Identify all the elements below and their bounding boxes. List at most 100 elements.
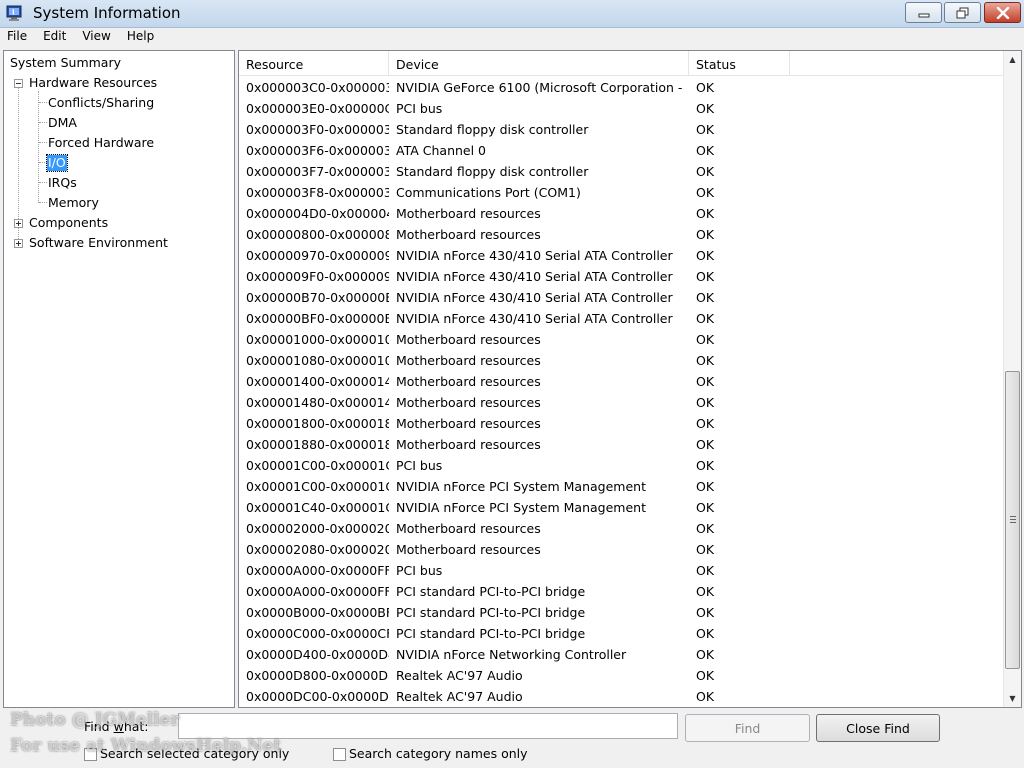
table-row[interactable]: 0x000003F0-0x000003F5 Standard floppy dis… [239, 119, 1003, 140]
scroll-down-arrow-icon[interactable]: ▼ [1004, 690, 1021, 707]
column-header-status[interactable]: Status [689, 51, 790, 75]
column-header-device[interactable]: Device [389, 51, 689, 75]
cell-resource: 0x00001C00-0x00001C... [246, 479, 389, 494]
menu-view[interactable]: View [74, 28, 118, 46]
cell-resource: 0x000003C0-0x000003... [246, 80, 389, 95]
table-row[interactable]: 0x00000970-0x000009... NVIDIA nForce 430/… [239, 245, 1003, 266]
restore-button[interactable] [944, 2, 981, 23]
table-row[interactable]: 0x00000800-0x0000087F Motherboard resourc… [239, 224, 1003, 245]
cell-device: Motherboard resources [396, 374, 541, 389]
table-row[interactable]: 0x0000A000-0x0000FFFF PCI bus OK [239, 560, 1003, 581]
find-bar: Find what: Find Close Find Search select… [0, 710, 1024, 768]
tree-item-system-summary[interactable]: System Summary [10, 55, 121, 71]
expand-icon[interactable] [14, 219, 23, 228]
tree-connector [39, 182, 47, 183]
cell-resource: 0x000003F0-0x000003F5 [246, 122, 389, 137]
minimize-button[interactable] [905, 2, 942, 23]
cell-status: OK [696, 395, 715, 410]
table-row[interactable]: 0x000003C0-0x000003... NVIDIA GeForce 610… [239, 77, 1003, 98]
cell-status: OK [696, 479, 715, 494]
table-row[interactable]: 0x00002000-0x0000207F Motherboard resourc… [239, 518, 1003, 539]
cell-status: OK [696, 437, 715, 452]
cell-device: NVIDIA nForce Networking Controller [396, 647, 627, 662]
resource-list[interactable]: Resource Device Status 0x000003C0-0x0000… [238, 50, 1022, 708]
table-row[interactable]: 0x0000D400-0x0000D4... NVIDIA nForce Netw… [239, 644, 1003, 665]
table-row[interactable]: 0x000009F0-0x000009F7 NVIDIA nForce 430/4… [239, 266, 1003, 287]
cell-device: NVIDIA nForce PCI System Management [396, 479, 646, 494]
tree-connector [38, 91, 39, 203]
cell-device: PCI standard PCI-to-PCI bridge [396, 584, 586, 599]
scrollbar-thumb[interactable] [1005, 371, 1020, 669]
cell-device: Motherboard resources [396, 416, 541, 431]
tree-item-components[interactable]: Components [29, 215, 108, 231]
table-row[interactable]: 0x00001400-0x0000147F Motherboard resourc… [239, 371, 1003, 392]
table-row[interactable]: 0x000003F6-0x000003F6 ATA Channel 0 OK [239, 140, 1003, 161]
table-row[interactable]: 0x0000B000-0x0000BFFF PCI standard PCI-to… [239, 602, 1003, 623]
tree-item-irqs[interactable]: IRQs [48, 175, 77, 191]
cell-resource: 0x0000A000-0x0000FFFF [246, 563, 389, 578]
collapse-icon[interactable] [14, 79, 23, 88]
table-row[interactable]: 0x000003F8-0x000003FF Communications Port… [239, 182, 1003, 203]
tree-item-dma[interactable]: DMA [48, 115, 77, 131]
table-row[interactable]: 0x0000DC00-0x0000D... Realtek AC'97 Audio… [239, 686, 1003, 707]
category-tree[interactable]: System Summary Hardware Resources Confli… [3, 50, 235, 708]
close-icon [996, 6, 1009, 19]
cell-device: Motherboard resources [396, 437, 541, 452]
cell-status: OK [696, 542, 715, 557]
table-row[interactable]: 0x0000C000-0x0000CFFF PCI standard PCI-to… [239, 623, 1003, 644]
cell-resource: 0x000009F0-0x000009F7 [246, 269, 389, 284]
cell-resource: 0x00001C40-0x00001C... [246, 500, 389, 515]
cell-status: OK [696, 647, 715, 662]
table-row[interactable]: 0x00002080-0x000020FF Motherboard resourc… [239, 539, 1003, 560]
table-row[interactable]: 0x000004D0-0x000004... Motherboard resour… [239, 203, 1003, 224]
cell-status: OK [696, 143, 715, 158]
find-button[interactable]: Find [685, 714, 810, 742]
cell-resource: 0x00001800-0x0000187F [246, 416, 389, 431]
table-row[interactable]: 0x0000A000-0x0000FFFF PCI standard PCI-to… [239, 581, 1003, 602]
table-row[interactable]: 0x0000D800-0x0000D8... Realtek AC'97 Audi… [239, 665, 1003, 686]
tree-item-forced-hardware[interactable]: Forced Hardware [48, 135, 154, 151]
table-row[interactable]: 0x00001800-0x0000187F Motherboard resourc… [239, 413, 1003, 434]
table-row[interactable]: 0x00001C00-0x00001C... NVIDIA nForce PCI … [239, 476, 1003, 497]
table-row[interactable]: 0x00001880-0x000018FF Motherboard resourc… [239, 434, 1003, 455]
tree-item-conflicts-sharing[interactable]: Conflicts/Sharing [48, 95, 154, 111]
table-row[interactable]: 0x000003F7-0x000003F7 Standard floppy dis… [239, 161, 1003, 182]
table-row[interactable]: 0x00001000-0x0000107F Motherboard resourc… [239, 329, 1003, 350]
close-find-button[interactable]: Close Find [816, 714, 940, 742]
table-row[interactable]: 0x00001C00-0x00001C... PCI bus OK [239, 455, 1003, 476]
table-row[interactable]: 0x00001080-0x000010FF Motherboard resourc… [239, 350, 1003, 371]
search-selected-category-checkbox[interactable] [84, 748, 97, 761]
table-row[interactable]: 0x000003E0-0x00000C... PCI bus OK [239, 98, 1003, 119]
tree-item-software-environment[interactable]: Software Environment [29, 235, 168, 251]
cell-status: OK [696, 416, 715, 431]
table-row[interactable]: 0x00000B70-0x00000B... NVIDIA nForce 430/… [239, 287, 1003, 308]
search-category-names-checkbox[interactable] [333, 748, 346, 761]
table-row[interactable]: 0x00001C40-0x00001C... NVIDIA nForce PCI … [239, 497, 1003, 518]
scroll-up-arrow-icon[interactable]: ▲ [1004, 51, 1021, 68]
table-row[interactable]: 0x00001480-0x000014FF Motherboard resourc… [239, 392, 1003, 413]
cell-status: OK [696, 353, 715, 368]
cell-device: PCI standard PCI-to-PCI bridge [396, 605, 586, 620]
table-row[interactable]: 0x00000BF0-0x00000BF3 NVIDIA nForce 430/4… [239, 308, 1003, 329]
menu-help[interactable]: Help [119, 28, 162, 46]
tree-item-hardware-resources[interactable]: Hardware Resources [29, 75, 157, 91]
tree-item-memory[interactable]: Memory [48, 195, 99, 211]
expand-icon[interactable] [14, 239, 23, 248]
tree-connector [39, 102, 47, 103]
cell-status: OK [696, 563, 715, 578]
search-category-names-label: Search category names only [349, 746, 528, 761]
tree-connector [39, 162, 47, 163]
cell-resource: 0x000003E0-0x00000C... [246, 101, 389, 116]
find-what-label: Find what: [84, 719, 149, 734]
cell-device: Motherboard resources [396, 332, 541, 347]
find-what-input[interactable] [178, 713, 678, 739]
tree-item-io[interactable]: I/O [46, 154, 68, 172]
cell-resource: 0x0000B000-0x0000BFFF [246, 605, 389, 620]
column-header-resource[interactable]: Resource [239, 51, 389, 75]
menu-edit[interactable]: Edit [35, 28, 74, 46]
cell-status: OK [696, 185, 715, 200]
close-button[interactable] [984, 2, 1021, 23]
title-bar: i System Information [0, 0, 1024, 28]
vertical-scrollbar[interactable]: ▲ ▼ [1003, 51, 1021, 707]
menu-file[interactable]: File [0, 28, 35, 46]
